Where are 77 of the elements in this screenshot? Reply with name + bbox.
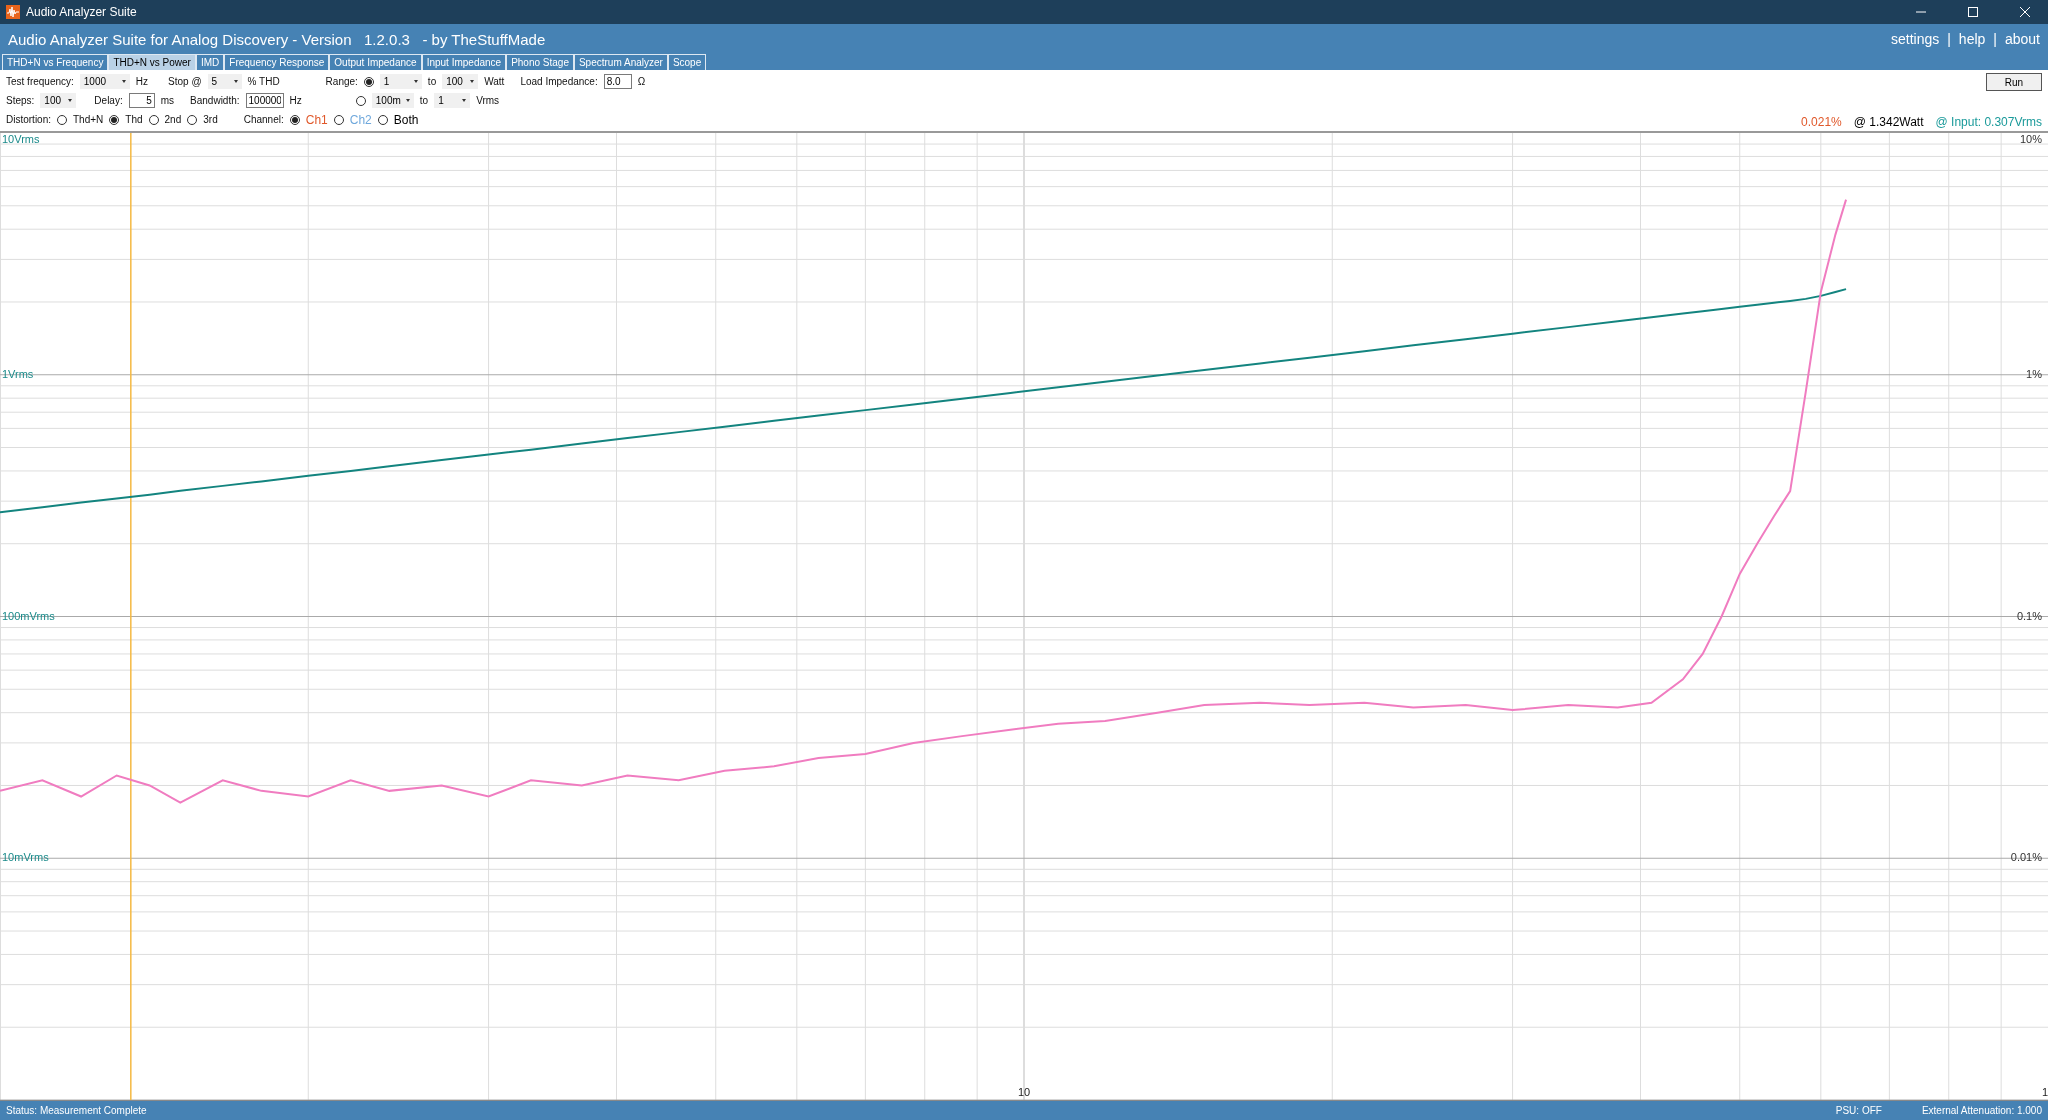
readout-value: 0.021% bbox=[1801, 115, 1842, 129]
dropdown[interactable]: 1 bbox=[379, 74, 422, 89]
tab[interactable]: THD+N vs Power bbox=[108, 54, 196, 70]
tab[interactable]: THD+N vs Frequency bbox=[2, 54, 109, 70]
psu-status: PSU: OFF bbox=[1835, 1105, 1882, 1116]
unit-label: Hz bbox=[289, 95, 302, 106]
tab[interactable]: Frequency Response bbox=[224, 54, 330, 70]
axis-label: 0.1% bbox=[2016, 609, 2042, 622]
dropdown[interactable]: 1000 bbox=[79, 74, 130, 89]
unit-label: Vrms bbox=[476, 95, 500, 106]
status-text: Status: Measurement Complete bbox=[6, 1105, 148, 1116]
radio-label: 3rd bbox=[203, 114, 218, 125]
dropdown[interactable]: 5 bbox=[207, 74, 242, 89]
axis-label: 1Vrms bbox=[2, 367, 34, 380]
field-label: Load Impedance: bbox=[520, 76, 598, 87]
unit-label: Ω bbox=[637, 76, 646, 87]
radio-button[interactable] bbox=[109, 114, 120, 125]
field-label: Distortion: bbox=[6, 114, 51, 125]
radio-label: Ch1 bbox=[305, 112, 328, 127]
axis-label: 1 bbox=[2041, 1086, 2048, 1098]
radio-button[interactable] bbox=[289, 114, 300, 125]
field-label: to bbox=[419, 95, 429, 106]
radio-button[interactable] bbox=[187, 114, 198, 125]
field-label: Steps: bbox=[6, 95, 35, 106]
field-label: Channel: bbox=[243, 114, 284, 125]
tab[interactable]: Phono Stage bbox=[506, 54, 574, 70]
axis-label: 10mVrms bbox=[2, 851, 49, 864]
field-label: Range: bbox=[325, 76, 358, 87]
run-button[interactable]: Run bbox=[1986, 73, 2042, 91]
field-label: Stop @ bbox=[168, 76, 202, 87]
readout-value: @ 1.342Watt bbox=[1853, 115, 1924, 129]
field-label: Test frequency: bbox=[6, 76, 74, 87]
tab[interactable]: Scope bbox=[667, 54, 707, 70]
dropdown[interactable]: 100m bbox=[371, 93, 414, 108]
dropdown[interactable]: 100 bbox=[40, 93, 77, 108]
unit-label: Watt bbox=[484, 76, 505, 87]
input-field[interactable]: 5 bbox=[128, 93, 155, 108]
axis-label: 10Vrms bbox=[2, 133, 40, 145]
header-link[interactable]: settings bbox=[1890, 31, 1940, 47]
radio-label: Ch2 bbox=[349, 112, 372, 127]
radio-button[interactable] bbox=[148, 114, 159, 125]
app-title: Audio Analyzer Suite for Analog Discovery - Version 1.2.0.3 - by TheStuffMade bbox=[8, 30, 547, 48]
app-logo-icon bbox=[6, 5, 20, 19]
separator: | bbox=[1947, 31, 1951, 47]
tab[interactable]: Output Impedance bbox=[329, 54, 422, 70]
field-label: Bandwidth: bbox=[190, 95, 240, 106]
dropdown[interactable]: 1 bbox=[434, 93, 471, 108]
tab[interactable]: Input Impedance bbox=[421, 54, 507, 70]
unit-label: ms bbox=[160, 95, 175, 106]
axis-label: 10% bbox=[2019, 133, 2042, 145]
axis-label: 1% bbox=[2026, 367, 2042, 380]
field-label: Delay: bbox=[94, 95, 123, 106]
field-label: to bbox=[427, 76, 437, 87]
tab[interactable]: IMD bbox=[195, 54, 225, 70]
separator: | bbox=[1993, 31, 1997, 47]
axis-label: 10 bbox=[1018, 1086, 1031, 1098]
unit-label: % THD bbox=[247, 76, 280, 87]
radio-label: Thd+N bbox=[73, 114, 104, 125]
axis-label: 0.01% bbox=[2010, 851, 2042, 864]
unit-label: Hz bbox=[135, 76, 149, 87]
radio-label: Both bbox=[393, 112, 419, 127]
header-link[interactable]: help bbox=[1958, 31, 1986, 47]
header-link[interactable]: about bbox=[2004, 31, 2040, 47]
radio-button[interactable] bbox=[355, 95, 366, 106]
readout-value: @ Input: 0.307Vrms bbox=[1935, 115, 2042, 129]
radio-button[interactable] bbox=[377, 114, 388, 125]
window-title: Audio Analyzer Suite bbox=[26, 5, 138, 19]
dropdown[interactable]: 100 bbox=[442, 74, 479, 89]
radio-button[interactable] bbox=[333, 114, 344, 125]
tab[interactable]: Spectrum Analyzer bbox=[573, 54, 668, 70]
attenuation-status: External Attenuation: 1.000 bbox=[1921, 1105, 2042, 1116]
radio-button[interactable] bbox=[57, 114, 67, 125]
radio-label: 2nd bbox=[164, 114, 182, 125]
axis-label: 100mVrms bbox=[2, 609, 55, 622]
radio-label: Thd bbox=[125, 114, 143, 125]
radio-button[interactable] bbox=[363, 76, 374, 87]
input-field[interactable]: 8.0 bbox=[603, 74, 632, 89]
